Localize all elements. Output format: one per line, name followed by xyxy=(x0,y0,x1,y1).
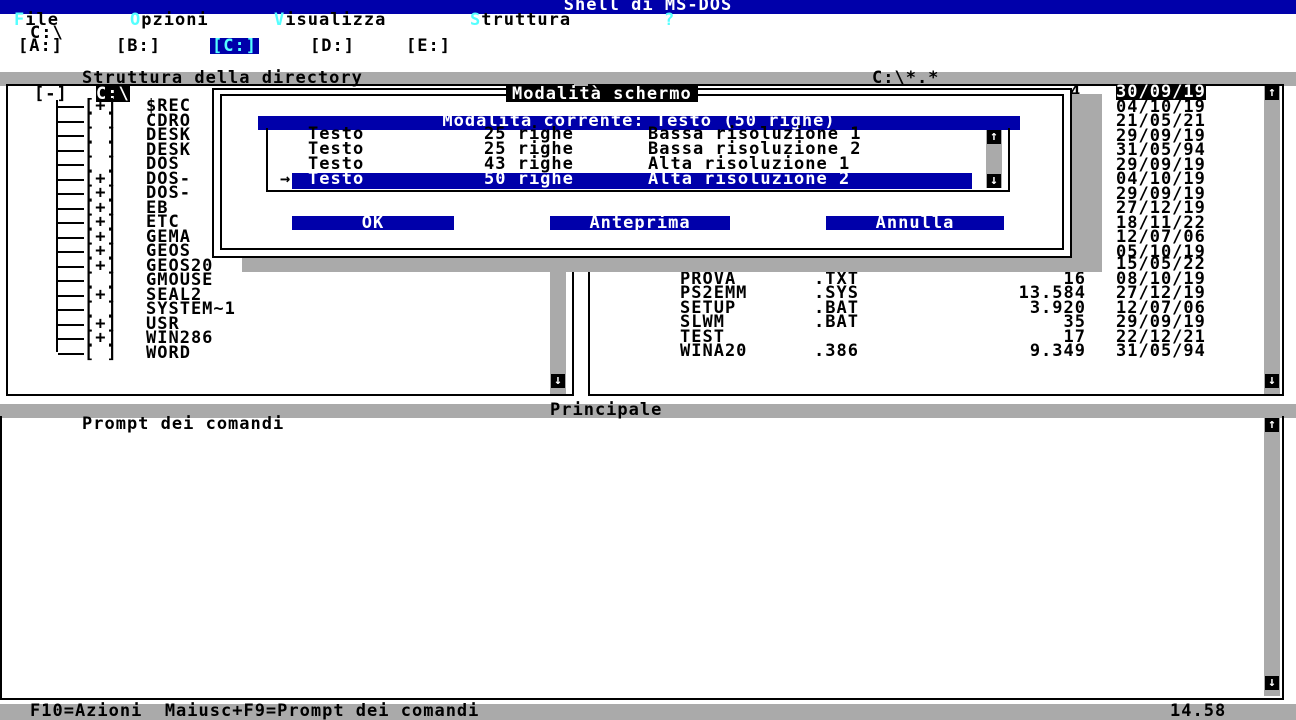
tree-branch xyxy=(58,222,84,224)
selection-arrow-icon: → xyxy=(280,169,292,189)
mode-list-scroll-up-icon[interactable]: ↑ xyxy=(987,130,1001,144)
drive-c[interactable]: [C:] xyxy=(210,38,259,55)
menu-struttura[interactable]: Struttura xyxy=(470,12,571,29)
tree-branch xyxy=(58,207,84,210)
drive-a[interactable]: [A:] xyxy=(18,38,63,55)
program-scroll-down-icon[interactable]: ↓ xyxy=(1265,676,1279,690)
tree-branch xyxy=(58,309,84,311)
tree-item-marker[interactable]: [ ] xyxy=(84,344,118,361)
tree-branch xyxy=(58,106,84,108)
status-shortcuts: F10=Azioni Maiusc+F9=Prompt dei comandi xyxy=(30,701,480,720)
preview-button[interactable]: Anteprima xyxy=(550,215,730,232)
cancel-button[interactable]: Annulla xyxy=(826,215,1004,232)
file-scroll-down-icon[interactable]: ↓ xyxy=(1265,374,1279,388)
file-name[interactable]: WINA20 xyxy=(680,343,747,360)
tree-branch xyxy=(58,251,84,253)
tree-branch xyxy=(58,338,84,340)
mode-option-lines: 50 righe xyxy=(484,169,574,189)
mode-option[interactable]: Testo 25 righe Bassa risoluzione 2 xyxy=(308,141,972,159)
program-scroll-up-icon[interactable]: ↑ xyxy=(1265,418,1279,432)
file-ext[interactable]: .BAT xyxy=(814,314,859,331)
drive-e[interactable]: [E:] xyxy=(406,38,451,55)
tree-branch xyxy=(58,164,84,166)
ok-button[interactable]: OK xyxy=(292,215,454,232)
status-clock: 14.58 xyxy=(1170,701,1227,720)
menu-visualizza[interactable]: Visualizza xyxy=(274,12,386,29)
mode-option[interactable]: Testo 50 righe Alta risoluzione 2 xyxy=(292,169,972,189)
dialog-title: Modalità schermo xyxy=(506,86,698,103)
menu-opzioni[interactable]: Opzioni xyxy=(130,12,209,29)
mode-list-scroll-down-icon[interactable]: ↓ xyxy=(987,174,1001,188)
mode-option-type: Testo xyxy=(308,169,365,189)
tree-root-marker[interactable]: [-] xyxy=(34,86,68,103)
tree-branch xyxy=(58,265,84,268)
tree-item-name[interactable]: WORD xyxy=(146,344,191,361)
tree-branch xyxy=(58,193,84,195)
mode-option[interactable]: Testo 25 righe Bassa risoluzione 1 xyxy=(308,126,972,144)
mode-option-description: Alta risoluzione 2 xyxy=(648,169,851,189)
drive-d[interactable]: [D:] xyxy=(310,38,355,55)
current-mode-label: Modalità corrente: Testo (50 righe) xyxy=(442,111,836,131)
tree-branch xyxy=(58,135,84,137)
tree-branch xyxy=(58,149,84,152)
file-ext[interactable]: .386 xyxy=(814,343,859,360)
tree-scroll-down-icon[interactable]: ↓ xyxy=(551,374,565,388)
program-panel[interactable] xyxy=(0,416,1284,700)
menu-help[interactable]: ? xyxy=(664,12,675,29)
mode-option[interactable]: Testo 43 righe Alta risoluzione 1 xyxy=(308,156,972,174)
tree-branch xyxy=(58,294,84,297)
tree-line xyxy=(56,100,58,352)
tree-branch xyxy=(58,178,84,181)
tree-branch xyxy=(58,120,84,123)
program-scrollbar[interactable] xyxy=(1264,418,1280,696)
program-item-prompt[interactable]: Prompt dei comandi xyxy=(82,416,284,433)
tree-branch xyxy=(58,236,84,239)
dialog-shadow xyxy=(242,258,1102,272)
file-scrollbar[interactable] xyxy=(1264,86,1280,394)
file-size: 9.349 xyxy=(1029,341,1086,361)
drive-b[interactable]: [B:] xyxy=(116,38,161,55)
tree-branch xyxy=(58,323,84,326)
tree-branch xyxy=(58,280,84,282)
tree-branch xyxy=(58,352,84,355)
dialog-shadow-side xyxy=(1072,94,1102,272)
file-scroll-up-icon[interactable]: ↑ xyxy=(1265,86,1279,100)
file-date: 31/05/94 xyxy=(1116,341,1206,361)
